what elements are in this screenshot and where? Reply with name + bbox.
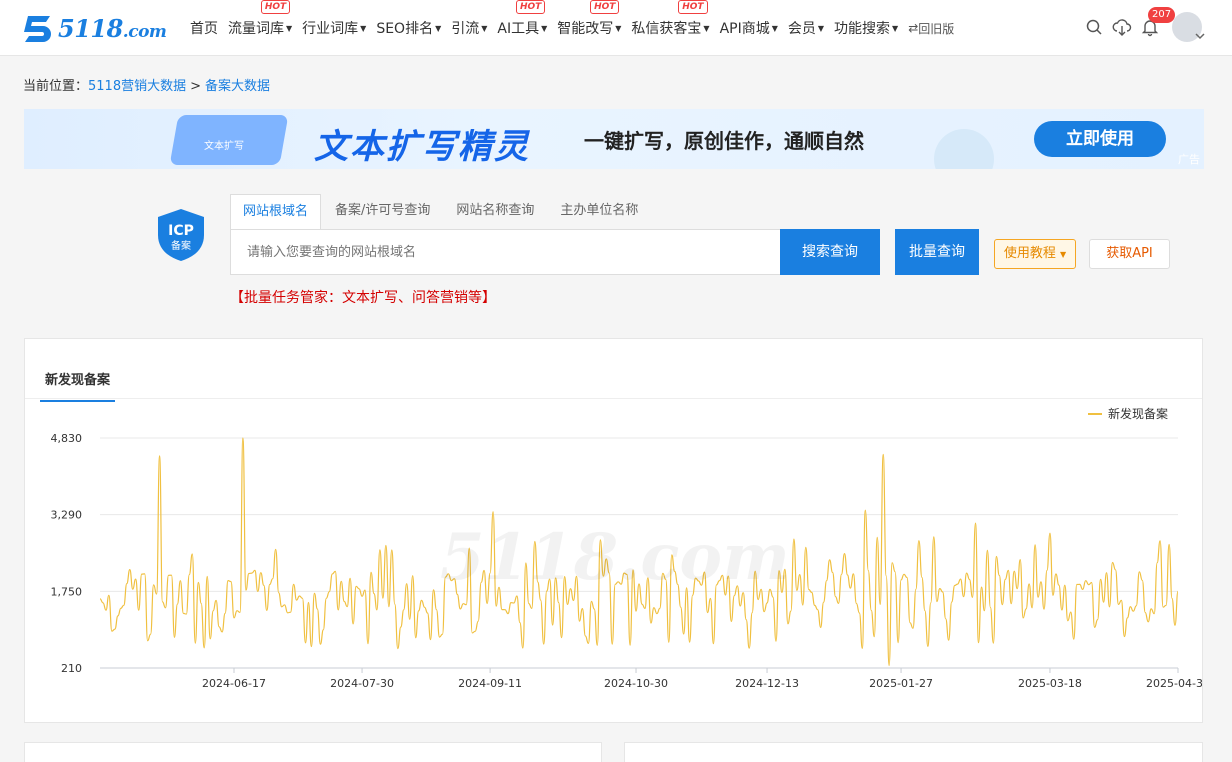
nav-item-label: AI工具	[497, 21, 540, 37]
banner-use-now-button[interactable]: 立即使用	[1034, 121, 1166, 157]
nav-item-0[interactable]: 首页	[190, 18, 218, 38]
search-button[interactable]: 搜索查询	[780, 229, 880, 275]
caret-down-icon: ▼	[360, 23, 367, 33]
y-tick-label: 1,750	[51, 585, 83, 598]
nav-item-label: API商城	[719, 21, 770, 37]
icp-badge-top: ICP	[168, 223, 194, 239]
caret-down-icon: ▼	[892, 23, 899, 33]
x-tick-label: 2024-10-30	[604, 677, 668, 690]
x-tick-label: 2024-09-11	[458, 677, 522, 690]
logo-text: 5118.com	[58, 13, 167, 43]
nav-item-label: 智能改写	[557, 21, 614, 37]
lower-panel-left	[24, 742, 602, 762]
logo-icon	[22, 12, 56, 44]
caret-down-icon: ▼	[286, 23, 293, 33]
icp-badge-icon: ICP 备案	[154, 207, 208, 263]
banner-illustration-label: 文本扩写	[204, 141, 244, 152]
nav-item-5[interactable]: AI工具 ▼ HOT	[497, 0, 548, 38]
x-tick-label: 2025-01-27	[869, 677, 933, 690]
hot-badge: HOT	[515, 0, 546, 14]
domain-search-input[interactable]	[231, 230, 780, 274]
caret-down-icon: ▼	[771, 23, 778, 33]
breadcrumb: 当前位置：5118营销大数据 > 备案大数据	[23, 75, 270, 94]
banner-title: 文本扩写精灵	[314, 127, 530, 167]
ad-label: 广告	[1178, 153, 1200, 166]
nav-item-label: 首页	[190, 21, 218, 37]
nav-item-2[interactable]: 行业词库 ▼	[302, 18, 366, 38]
nav-item-1[interactable]: 流量词库 ▼ HOT	[228, 0, 293, 38]
nav-item-label: 私信获客宝	[631, 21, 702, 37]
x-tick-label: 2025-03-18	[1018, 677, 1082, 690]
search-icon[interactable]	[1084, 17, 1104, 37]
bell-icon[interactable]: 207	[1140, 7, 1176, 37]
x-tick-label: 2024-12-13	[735, 677, 799, 690]
hot-badge: HOT	[260, 0, 291, 14]
nav-item-4[interactable]: 引流 ▼	[451, 18, 487, 38]
caret-down-icon: ▼	[615, 23, 622, 33]
breadcrumb-link-marketing[interactable]: 5118营销大数据	[88, 79, 186, 94]
nav-item-label: 流量词库	[228, 21, 284, 37]
caret-down-icon: ▼	[435, 23, 442, 33]
y-tick-label: 3,290	[51, 509, 83, 522]
batch-query-button[interactable]: 批量查询	[895, 229, 979, 275]
get-api-button[interactable]: 获取API	[1089, 239, 1170, 269]
tutorial-dropdown-button[interactable]: 使用教程 ▼	[994, 239, 1076, 269]
breadcrumb-separator: >	[190, 79, 202, 94]
main-nav: 首页 流量词库 ▼ HOT 行业词库 ▼ SEO排名 ▼ 引流 ▼ AI工具 ▼ HOT 智能改写 ▼ HOT…	[190, 0, 954, 56]
caret-down-icon: ▼	[541, 23, 548, 33]
x-tick-label: 2024-06-17	[202, 677, 266, 690]
nav-item-6[interactable]: 智能改写 ▼ HOT	[557, 0, 622, 38]
y-tick-label: 4,830	[51, 432, 83, 445]
search-tab-2[interactable]: 网站名称查询	[444, 194, 546, 230]
old-version-link[interactable]: ⇄ 回旧版	[908, 20, 954, 37]
search-box	[230, 229, 781, 275]
y-tick-label: 210	[61, 662, 82, 675]
cloud-download-icon[interactable]	[1112, 17, 1132, 37]
x-tick-label: 2024-07-30	[330, 677, 394, 690]
nav-item-7[interactable]: 私信获客宝 ▼ HOT	[631, 0, 710, 38]
logo[interactable]: 5118.com	[22, 12, 167, 44]
watermark-logo: 5118.com	[440, 520, 790, 595]
avatar[interactable]	[1172, 12, 1205, 42]
tutorial-label: 使用教程	[1003, 246, 1056, 261]
hot-badge: HOT	[678, 0, 708, 14]
breadcrumb-link-icp[interactable]: 备案大数据	[205, 79, 270, 94]
search-tab-0[interactable]: 网站根域名	[230, 194, 322, 230]
nav-item-label: 行业词库	[302, 21, 359, 37]
caret-down-icon: ▼	[481, 23, 488, 33]
ad-banner[interactable]: 文本扩写 文本扩写精灵 一键扩写，原创佳作，通顺自然 立即使用 广告	[24, 109, 1204, 169]
nav-item-label: 会员	[787, 21, 816, 37]
caret-down-icon: ▼	[703, 23, 710, 33]
caret-down-icon: ▼	[817, 23, 825, 33]
search-tabs: 网站根域名 备案/许可号查询 网站名称查询 主办单位名称	[230, 194, 652, 230]
notification-badge: 207	[1148, 7, 1176, 23]
promo-link[interactable]: 【批量任务管家：文本扩写、问答营销等】	[230, 287, 496, 307]
search-tab-3[interactable]: 主办单位名称	[548, 194, 650, 230]
nav-item-3[interactable]: SEO排名 ▼	[376, 18, 441, 38]
nav-item-8[interactable]: API商城 ▼	[720, 18, 778, 38]
caret-down-icon: ▼	[1060, 250, 1067, 259]
breadcrumb-prefix: 当前位置：	[23, 79, 89, 94]
hot-badge: HOT	[590, 0, 620, 14]
search-tab-1[interactable]: 备案/许可号查询	[323, 194, 442, 230]
banner-subtitle: 一键扩写，原创佳作，通顺自然	[584, 129, 864, 153]
nav-item-label: SEO排名	[376, 21, 434, 37]
nav-item-9[interactable]: 会员 ▼	[788, 18, 824, 38]
icp-badge-bottom: 备案	[171, 239, 191, 252]
x-tick-label: 2025-04-30	[1146, 677, 1202, 690]
nav-item-label: 功能搜索	[834, 21, 891, 37]
nav-item-10[interactable]: 功能搜索 ▼	[834, 18, 898, 38]
nav-item-label: 引流	[451, 21, 480, 37]
chevron-down-icon	[1195, 33, 1205, 40]
old-version-label: 回旧版	[918, 21, 955, 36]
header-icons: 207	[1076, 7, 1205, 42]
switch-icon: ⇄	[908, 21, 919, 35]
banner-decoration	[934, 129, 994, 169]
lower-panel-right	[624, 742, 1203, 762]
top-header: 5118.com 首页 流量词库 ▼ HOT 行业词库 ▼ SEO排名 ▼ 引流 ▼ AI工具 ▼ HO…	[0, 0, 1232, 56]
